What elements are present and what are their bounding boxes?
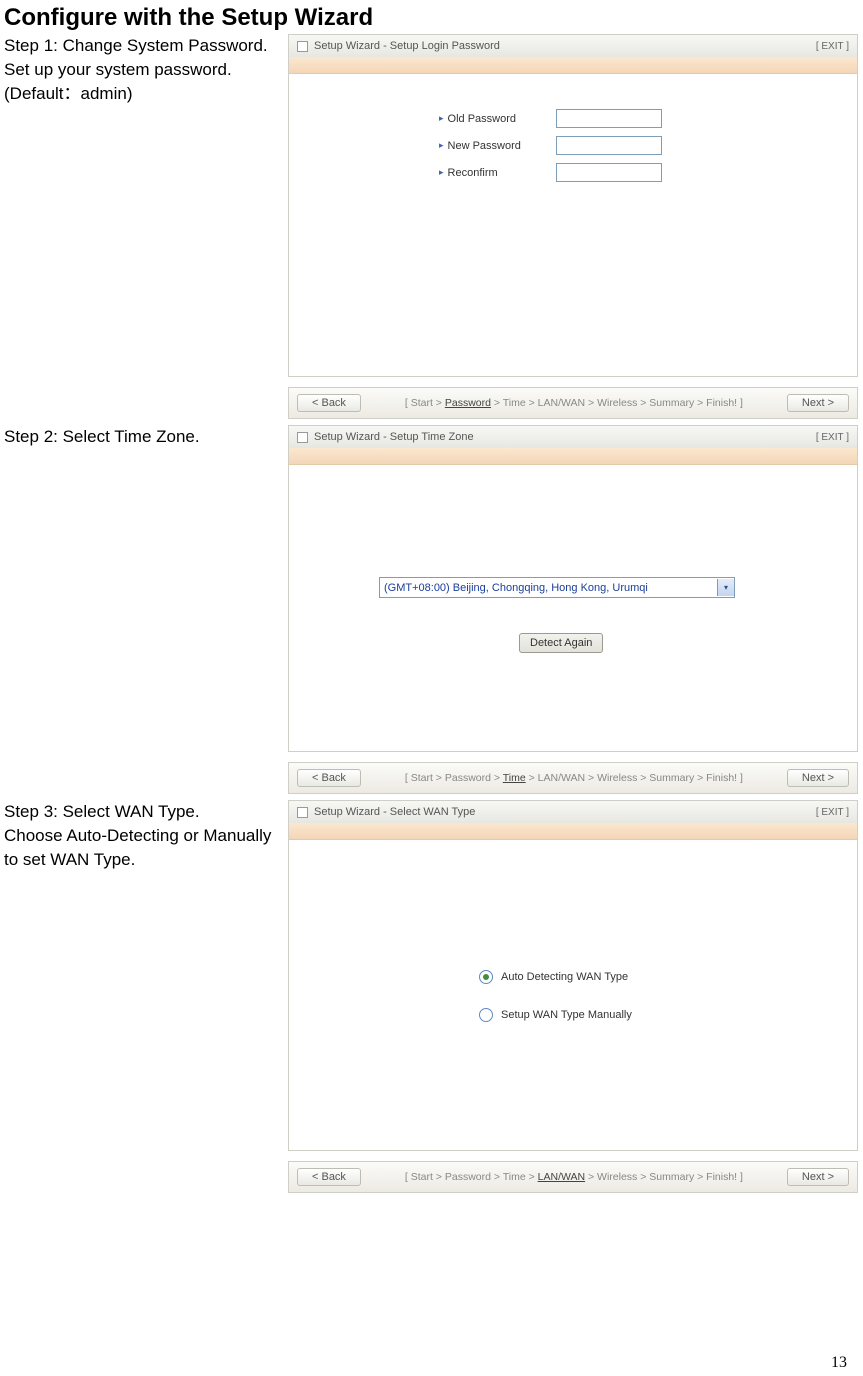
- page-number: 13: [831, 1354, 847, 1372]
- next-button[interactable]: Next >: [787, 1168, 849, 1186]
- panel3-body: Auto Detecting WAN Type Setup WAN Type M…: [288, 840, 858, 1151]
- panel1-header: Setup Wizard - Setup Login Password [ EX…: [288, 34, 858, 57]
- panel3-stripe: [288, 823, 858, 840]
- crumb-suffix: > Wireless > Summary > Finish! ]: [585, 1171, 743, 1183]
- chevron-down-icon[interactable]: ▾: [717, 579, 734, 596]
- panel1-stripe: [288, 57, 858, 74]
- window-icon: [297, 807, 308, 818]
- crumb-active: LAN/WAN: [538, 1171, 585, 1183]
- reconfirm-label: Reconfirm: [448, 167, 556, 179]
- step3-heading: Step 3: Select WAN Type.: [4, 800, 284, 824]
- exit-link[interactable]: [ EXIT ]: [816, 41, 849, 52]
- new-password-label: New Password: [448, 140, 556, 152]
- panel1-title: Setup Wizard - Setup Login Password: [314, 40, 816, 52]
- bullet-icon: ▸: [439, 113, 444, 124]
- bullet-icon: ▸: [439, 167, 444, 178]
- radio-manual-label: Setup WAN Type Manually: [501, 1009, 632, 1021]
- step1-desc1: Set up your system password.: [4, 58, 284, 82]
- back-button[interactable]: < Back: [297, 1168, 361, 1186]
- step1-desc2: (Default：admin): [4, 82, 284, 106]
- panel2-header: Setup Wizard - Setup Time Zone [ EXIT ]: [288, 425, 858, 448]
- panel3-breadcrumb: [ Start > Password > Time > LAN/WAN > Wi…: [361, 1171, 787, 1183]
- timezone-select[interactable]: (GMT+08:00) Beijing, Chongqing, Hong Kon…: [379, 577, 735, 598]
- next-button[interactable]: Next >: [787, 769, 849, 787]
- panel1-footer: < Back [ Start > Password > Time > LAN/W…: [288, 387, 858, 419]
- panel1-breadcrumb: [ Start > Password > Time > LAN/WAN > Wi…: [361, 397, 787, 409]
- crumb-prefix: [ Start > Password >: [405, 772, 503, 784]
- reconfirm-input[interactable]: [556, 163, 662, 182]
- radio-auto-detect[interactable]: Auto Detecting WAN Type: [479, 970, 632, 984]
- detect-again-button[interactable]: Detect Again: [519, 633, 603, 653]
- old-password-label: Old Password: [448, 113, 556, 125]
- panel2-body: (GMT+08:00) Beijing, Chongqing, Hong Kon…: [288, 465, 858, 752]
- crumb-suffix: > Time > LAN/WAN > Wireless > Summary > …: [491, 397, 743, 409]
- back-button[interactable]: < Back: [297, 769, 361, 787]
- next-button[interactable]: Next >: [787, 394, 849, 412]
- exit-link[interactable]: [ EXIT ]: [816, 807, 849, 818]
- crumb-active: Time: [503, 772, 526, 784]
- crumb-active: Password: [445, 397, 491, 409]
- radio-icon: [479, 970, 493, 984]
- step2-heading: Step 2: Select Time Zone.: [4, 425, 284, 449]
- bullet-icon: ▸: [439, 140, 444, 151]
- exit-link[interactable]: [ EXIT ]: [816, 432, 849, 443]
- timezone-value: (GMT+08:00) Beijing, Chongqing, Hong Kon…: [384, 582, 648, 594]
- panel3-title: Setup Wizard - Select WAN Type: [314, 806, 816, 818]
- panel2-footer: < Back [ Start > Password > Time > LAN/W…: [288, 762, 858, 794]
- step3-desc1: Choose Auto-Detecting or Manually to set…: [4, 824, 284, 872]
- page-title: Configure with the Setup Wizard: [4, 4, 859, 32]
- panel2-breadcrumb: [ Start > Password > Time > LAN/WAN > Wi…: [361, 772, 787, 784]
- crumb-suffix: > LAN/WAN > Wireless > Summary > Finish!…: [526, 772, 743, 784]
- radio-manual[interactable]: Setup WAN Type Manually: [479, 1008, 632, 1022]
- step1-heading: Step 1: Change System Password.: [4, 34, 284, 58]
- window-icon: [297, 432, 308, 443]
- old-password-input[interactable]: [556, 109, 662, 128]
- radio-icon: [479, 1008, 493, 1022]
- panel2-stripe: [288, 448, 858, 465]
- panel2-title: Setup Wizard - Setup Time Zone: [314, 431, 816, 443]
- back-button[interactable]: < Back: [297, 394, 361, 412]
- radio-auto-label: Auto Detecting WAN Type: [501, 971, 628, 983]
- window-icon: [297, 41, 308, 52]
- panel3-footer: < Back [ Start > Password > Time > LAN/W…: [288, 1161, 858, 1193]
- crumb-prefix: [ Start >: [405, 397, 445, 409]
- panel3-header: Setup Wizard - Select WAN Type [ EXIT ]: [288, 800, 858, 823]
- crumb-prefix: [ Start > Password > Time >: [405, 1171, 538, 1183]
- new-password-input[interactable]: [556, 136, 662, 155]
- panel1-body: ▸ Old Password ▸ New Password ▸ Reconfir…: [288, 74, 858, 377]
